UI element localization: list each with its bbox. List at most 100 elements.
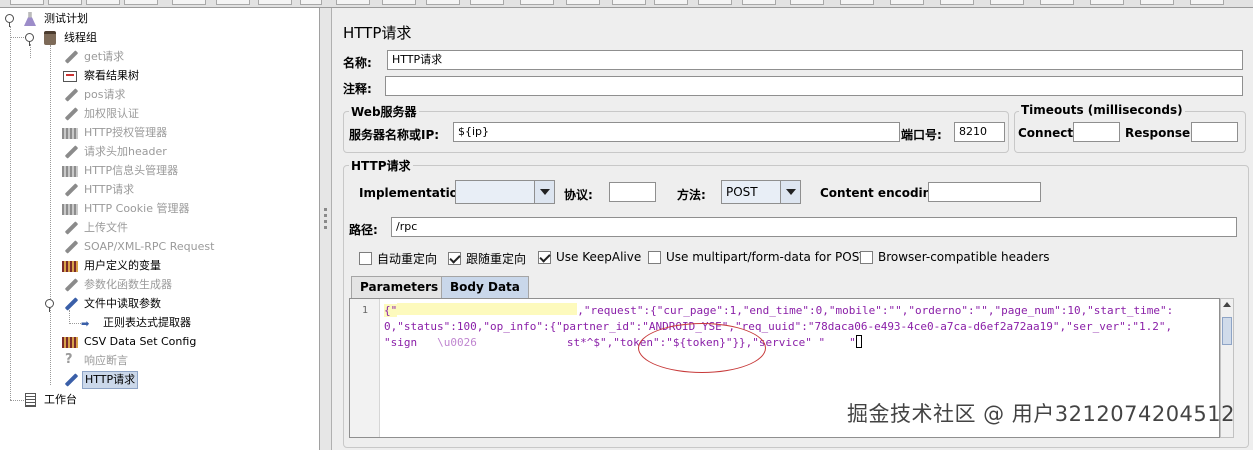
implementation-select[interactable]: [455, 180, 555, 204]
toolbar-button[interactable]: [300, 0, 322, 5]
checkbox-unchecked-icon[interactable]: [860, 250, 873, 264]
scrollbar-thumb[interactable]: [1222, 317, 1232, 345]
tree-item-read-params[interactable]: 文件中读取参数: [62, 295, 163, 313]
toolbar-button[interactable]: [48, 0, 82, 5]
toolbar: [0, 0, 1253, 8]
tree-item-http-request-selected[interactable]: HTTP请求: [62, 371, 139, 389]
tree-item-user-variables[interactable]: 用户定义的变量: [62, 257, 163, 275]
workbench-icon: [22, 392, 38, 408]
tree-item-label: 文件中读取参数: [84, 297, 161, 310]
tree-item-label: 响应断言: [84, 354, 128, 367]
protocol-label: 协议:: [564, 188, 593, 202]
body-text: {": [384, 304, 398, 317]
blurred-region: [397, 303, 578, 315]
checkbox-unchecked-icon[interactable]: [648, 250, 661, 264]
tree-item-http-auth-manager[interactable]: HTTP授权管理器: [62, 124, 169, 142]
tree-item-response-assertion[interactable]: ? 响应断言: [62, 352, 130, 370]
watermark: 掘金技术社区 @ 用户3212074204512: [846, 402, 1235, 426]
tree-item-view-results-tree[interactable]: 察看结果树: [62, 67, 141, 85]
tree-item-auth[interactable]: 加权限认证: [62, 105, 141, 123]
tree-item-header-request[interactable]: 请求头加header: [62, 143, 169, 161]
toolbar-button[interactable]: [520, 0, 554, 5]
toolbar-button[interactable]: [86, 0, 120, 5]
checkbox-checked-icon[interactable]: [538, 250, 551, 264]
tree-item-function-helper[interactable]: 参数化函数生成器: [62, 276, 174, 294]
tree-item-http-header-manager[interactable]: HTTP信息头管理器: [62, 162, 180, 180]
tree-item-http-request[interactable]: HTTP请求: [62, 181, 136, 199]
connect-timeout-field[interactable]: [1073, 122, 1120, 142]
checkbox-unchecked-icon[interactable]: [359, 252, 372, 265]
toolbar-button[interactable]: [10, 0, 44, 5]
tree-item-pos-request[interactable]: pos请求: [62, 86, 127, 104]
toolbar-button[interactable]: [1040, 0, 1074, 5]
tree-collapse-handle[interactable]: [45, 299, 54, 312]
toolbar-button[interactable]: [698, 0, 732, 5]
toolbar-button[interactable]: [216, 0, 250, 5]
auto-redirect-checkbox[interactable]: 自动重定向: [359, 250, 437, 267]
toolbar-button[interactable]: [426, 0, 460, 5]
tree-item-label: HTTP请求: [82, 371, 139, 389]
toolbar-button[interactable]: [940, 0, 974, 5]
toolbar-button[interactable]: [336, 0, 370, 5]
chevron-down-icon[interactable]: [780, 181, 800, 203]
annotation-ellipse: [638, 323, 766, 373]
method-value: POST: [726, 185, 758, 199]
toolbar-button[interactable]: [840, 0, 874, 5]
scroll-up-icon[interactable]: [1223, 302, 1231, 307]
content-encoding-field[interactable]: [928, 182, 1041, 202]
checkbox-label: Use multipart/form-data for POST: [666, 250, 867, 264]
server-name-field[interactable]: ${ip}: [453, 122, 900, 142]
browser-headers-checkbox[interactable]: Browser-compatible headers: [860, 250, 1050, 264]
toolbar-button[interactable]: [258, 0, 292, 5]
sampler-pen-icon: [62, 220, 79, 236]
toolbar-button[interactable]: [382, 0, 416, 5]
toolbar-button[interactable]: [1140, 0, 1174, 5]
name-field[interactable]: HTTP请求: [387, 50, 1243, 70]
tree-collapse-handle[interactable]: [5, 14, 14, 27]
toolbar-button[interactable]: [890, 0, 924, 5]
toolbar-button[interactable]: [1090, 0, 1124, 5]
checkbox-checked-icon[interactable]: [448, 252, 461, 265]
response-timeout-field[interactable]: [1191, 122, 1238, 142]
protocol-field[interactable]: [609, 182, 656, 202]
sampler-pen-icon: [62, 49, 79, 65]
tree-item-csv-data-set[interactable]: CSV Data Set Config: [62, 333, 198, 351]
tree-connector: [30, 44, 31, 58]
toolbar-button[interactable]: [124, 0, 158, 5]
body-text: ": [849, 336, 856, 349]
toolbar-button[interactable]: [1190, 0, 1224, 5]
tree-item-workbench[interactable]: 工作台: [22, 391, 79, 409]
toolbar-button[interactable]: [566, 0, 600, 5]
tree-item-test-plan[interactable]: 测试计划: [22, 10, 90, 28]
method-select[interactable]: POST: [721, 180, 801, 204]
tree-item-soap-request[interactable]: SOAP/XML-RPC Request: [62, 238, 216, 256]
toolbar-button[interactable]: [790, 0, 824, 5]
tree-connector: [10, 26, 11, 400]
comment-field[interactable]: [385, 76, 1243, 96]
toolbar-button[interactable]: [742, 0, 776, 5]
tree-item-thread-group[interactable]: 线程组: [42, 29, 99, 47]
multipart-checkbox[interactable]: Use multipart/form-data for POST: [648, 250, 867, 264]
chevron-down-icon[interactable]: [534, 181, 554, 203]
toolbar-button[interactable]: [470, 0, 504, 5]
toolbar-button[interactable]: [654, 0, 688, 5]
split-pane-divider[interactable]: [320, 8, 332, 450]
test-plan-icon: [22, 11, 38, 27]
tree-item-regex-extractor[interactable]: ➡ 正则表达式提取器: [81, 314, 193, 332]
tree-item-upload-file[interactable]: 上传文件: [62, 219, 130, 237]
toolbar-button[interactable]: [612, 0, 646, 5]
path-field[interactable]: /rpc: [391, 217, 1237, 237]
tree-collapse-handle[interactable]: [25, 33, 34, 46]
tab-body-data[interactable]: Body Data: [441, 276, 529, 298]
toolbar-button[interactable]: [990, 0, 1024, 5]
tree-item-cookie-manager[interactable]: HTTP Cookie 管理器: [62, 200, 191, 218]
tree-item-get-request[interactable]: get请求: [62, 48, 126, 66]
test-plan-tree[interactable]: 测试计划 线程组 get请求 察看结果树 pos请求 加权限认证 HTTP授权管…: [0, 8, 320, 450]
keepalive-checkbox[interactable]: Use KeepAlive: [538, 250, 641, 264]
http-request-legend: HTTP请求: [349, 157, 413, 174]
port-field[interactable]: 8210: [954, 122, 1005, 142]
tab-parameters[interactable]: Parameters: [351, 276, 448, 298]
toolbar-button[interactable]: [172, 0, 206, 5]
tree-item-label: SOAP/XML-RPC Request: [84, 240, 215, 253]
follow-redirects-checkbox[interactable]: 跟随重定向: [448, 250, 526, 267]
